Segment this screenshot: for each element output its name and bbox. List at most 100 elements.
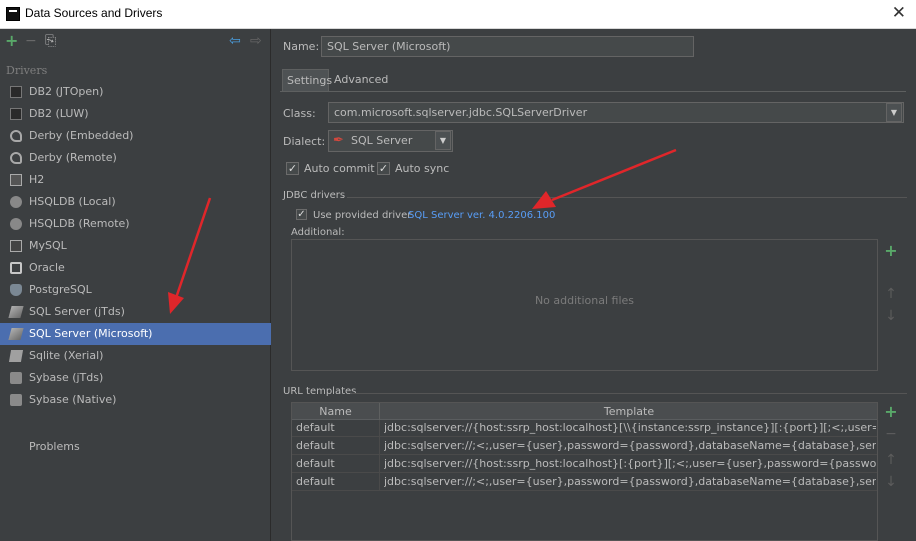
back-arrow-icon[interactable]: ⇦ [229, 33, 241, 49]
sidebar-item-driver[interactable]: Sybase (jTds) [0, 367, 271, 389]
chevron-down-icon[interactable]: ▼ [886, 103, 902, 122]
sidebar-item-driver[interactable]: DB2 (LUW) [0, 103, 271, 125]
sidebar-item-driver[interactable]: PostgreSQL [0, 279, 271, 301]
additional-label: Additional: [291, 227, 345, 238]
row-template: jdbc:sqlserver://;<;,user={user},passwor… [384, 475, 876, 488]
sidebar-item-label: Oracle [29, 261, 65, 274]
copy-icon[interactable]: ⎘ [45, 33, 56, 49]
sidebar-item-driver[interactable]: DB2 (JTOpen) [0, 81, 271, 103]
row-template: jdbc:sqlserver://{host:ssrp_host:localho… [384, 421, 876, 434]
auto-commit-checkbox[interactable]: ✓ [286, 162, 299, 175]
additional-files-list[interactable]: No additional files [291, 239, 878, 371]
class-label: Class: [283, 107, 316, 120]
sidebar-item-label: Sqlite (Xerial) [29, 349, 104, 362]
sqlserver-icon: ✒ [333, 133, 344, 148]
sidebar-item-label: DB2 (JTOpen) [29, 85, 104, 98]
use-provided-driver-label: Use provided driver [313, 210, 412, 221]
url-templates-table[interactable]: Name Template default jdbc:sqlserver://{… [291, 402, 878, 541]
hsqldb-icon [10, 196, 22, 208]
sidebar-item-driver[interactable]: MySQL [0, 235, 271, 257]
class-field[interactable]: com.microsoft.sqlserver.jdbc.SQLServerDr… [328, 102, 904, 123]
sidebar-item-driver[interactable]: Derby (Remote) [0, 147, 271, 169]
sidebar-item-label: HSQLDB (Local) [29, 195, 116, 208]
name-label: Name: [283, 40, 320, 53]
app-icon [6, 7, 20, 21]
sidebar-item-driver[interactable]: Sybase (Native) [0, 389, 271, 411]
row-name: default [296, 475, 335, 488]
jdbc-drivers-heading: JDBC drivers [283, 190, 346, 201]
move-down-icon[interactable]: ↓ [884, 309, 898, 323]
problems-item[interactable]: Problems [29, 440, 80, 453]
sidebar-item-label: MySQL [29, 239, 67, 252]
sqlite-icon [8, 350, 24, 362]
remove-template-icon[interactable]: − [884, 427, 898, 441]
sidebar-item-label: Derby (Embedded) [29, 129, 134, 142]
sqlserver-icon [8, 328, 24, 340]
driver-list: DB2 (JTOpen) DB2 (LUW) Derby (Embedded) Der… [0, 81, 271, 411]
add-file-icon[interactable]: + [884, 243, 898, 259]
sidebar-item-label: Sybase (Native) [29, 393, 117, 406]
sidebar-item-label: PostgreSQL [29, 283, 92, 296]
tab-settings[interactable]: Settings [282, 69, 332, 91]
section-divider [352, 393, 907, 394]
sqlserver-icon [8, 306, 24, 318]
sidebar-item-driver[interactable]: HSQLDB (Local) [0, 191, 271, 213]
sidebar-item-label: H2 [29, 173, 45, 186]
add-icon[interactable]: + [5, 33, 18, 49]
derby-icon [10, 152, 22, 164]
empty-files-text: No additional files [534, 294, 635, 307]
mysql-icon [10, 240, 22, 252]
move-up-icon[interactable]: ↑ [884, 453, 898, 467]
use-provided-driver-checkbox[interactable]: ✓ [296, 209, 307, 220]
sidebar-item-driver[interactable]: Sqlite (Xerial) [0, 345, 271, 367]
sidebar-item-driver[interactable]: Derby (Embedded) [0, 125, 271, 147]
close-icon[interactable]: ✕ [892, 3, 906, 23]
hsqldb-icon [10, 218, 22, 230]
tab-divider [280, 91, 906, 92]
sidebar-toolbar: + − ⎘ ⇦ ⇨ [0, 29, 271, 55]
sidebar-item-driver[interactable]: H2 [0, 169, 271, 191]
remove-icon[interactable]: − [25, 33, 37, 49]
column-header-template[interactable]: Template [380, 403, 878, 420]
chevron-down-icon[interactable]: ▼ [435, 131, 451, 150]
driver-version-link[interactable]: SQL Server ver. 4.0.2206.100 [408, 210, 555, 221]
sidebar-item-driver[interactable]: HSQLDB (Remote) [0, 213, 271, 235]
row-template: jdbc:sqlserver://;<;,user={user},passwor… [384, 439, 876, 452]
sidebar-item-label: Sybase (jTds) [29, 371, 104, 384]
auto-sync-label: Auto sync [395, 162, 450, 175]
sidebar-item-label: DB2 (LUW) [29, 107, 89, 120]
name-field[interactable]: SQL Server (Microsoft) [321, 36, 694, 57]
column-separator [379, 420, 380, 491]
auto-sync-checkbox[interactable]: ✓ [377, 162, 390, 175]
column-header-name[interactable]: Name [292, 403, 379, 420]
sidebar-item-driver[interactable]: SQL Server (Microsoft) [0, 323, 271, 345]
driver-settings-panel: Name: SQL Server (Microsoft) Settings Ad… [272, 29, 916, 541]
oracle-icon [10, 262, 22, 274]
sidebar-item-driver[interactable]: SQL Server (jTds) [0, 301, 271, 323]
drivers-section-label: Drivers [6, 64, 48, 77]
section-divider [347, 197, 907, 198]
sidebar-item-driver[interactable]: Oracle [0, 257, 271, 279]
row-name: default [296, 421, 335, 434]
auto-commit-label: Auto commit [304, 162, 375, 175]
move-down-icon[interactable]: ↓ [884, 475, 898, 489]
row-template: jdbc:sqlserver://{host:ssrp_host:localho… [384, 457, 876, 470]
db2-icon [10, 86, 22, 98]
forward-arrow-icon[interactable]: ⇨ [250, 33, 262, 49]
sidebar-item-label: SQL Server (Microsoft) [29, 327, 153, 340]
row-name: default [296, 457, 335, 470]
sybase-icon [10, 372, 22, 384]
row-name: default [296, 439, 335, 452]
postgresql-icon [10, 284, 22, 296]
sidebar: + − ⎘ ⇦ ⇨ Drivers DB2 (JTOpen) DB2 (LUW) D… [0, 29, 271, 541]
add-template-icon[interactable]: + [884, 404, 898, 420]
sybase-icon [10, 394, 22, 406]
table-header: Name Template [292, 403, 877, 420]
h2-icon [10, 174, 22, 186]
db2-icon [10, 108, 22, 120]
tab-advanced[interactable]: Advanced [330, 69, 390, 91]
window-title: Data Sources and Drivers [25, 6, 163, 20]
title-bar: Data Sources and Drivers ✕ [0, 0, 916, 29]
move-up-icon[interactable]: ↑ [884, 287, 898, 301]
url-templates-heading: URL templates [283, 386, 357, 397]
